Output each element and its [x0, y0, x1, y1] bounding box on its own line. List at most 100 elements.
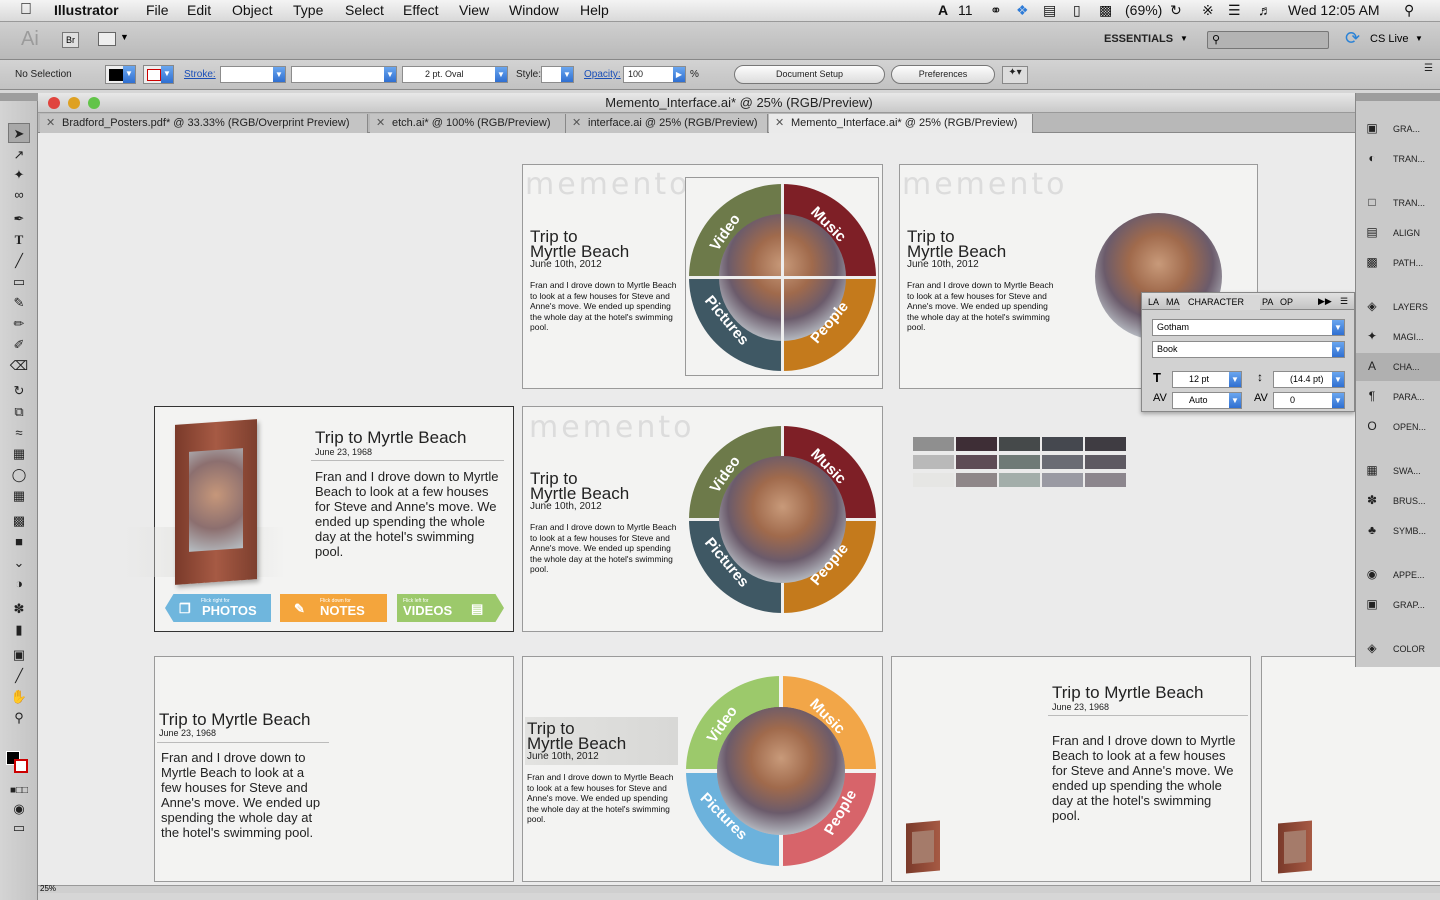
monitor-icon[interactable]: ▩ [1099, 2, 1112, 19]
artboard-ring-bright[interactable]: Trip to Myrtle Beach June 10th, 2012 Fra… [522, 656, 883, 882]
slice-tool-icon[interactable]: ╱ [8, 666, 30, 686]
scale-tool-icon[interactable]: ⧉ [8, 402, 30, 422]
menu-select[interactable]: Select [345, 2, 384, 18]
free-transform-tool-icon[interactable]: ▦ [8, 444, 30, 464]
swatch[interactable] [999, 473, 1040, 487]
panel-brushes[interactable]: ✽ BRUS... [1356, 487, 1440, 515]
panel-character[interactable]: A CHA... [1356, 353, 1440, 381]
warp-tool-icon[interactable]: ≈ [8, 423, 30, 443]
menu-file[interactable]: File [146, 2, 169, 18]
document-setup-button[interactable]: Document Setup [734, 65, 885, 84]
zoom-tool-icon[interactable]: ⚲ [8, 708, 30, 728]
isolation-icon[interactable]: ✦▾ [1002, 66, 1028, 84]
swatch[interactable] [1085, 437, 1126, 451]
menu-type[interactable]: Type [293, 2, 323, 18]
type-tool-icon[interactable]: T [8, 230, 30, 250]
preferences-button[interactable]: Preferences [891, 65, 995, 84]
videos-chip-button[interactable]: Flick left for VIDEOS ▤ [397, 594, 504, 622]
stroke-indicator[interactable] [14, 759, 28, 773]
panel-gradient[interactable]: ▣ GRA... [1356, 115, 1440, 143]
workspace-switcher[interactable]: ESSENTIALS [1104, 33, 1173, 45]
font-size-field[interactable]: 12 pt ▼ [1172, 371, 1242, 388]
swatch[interactable] [956, 473, 997, 487]
swatch[interactable] [1085, 473, 1126, 487]
chevron-down-icon[interactable]: ▼ [120, 32, 129, 42]
perspective-grid-tool-icon[interactable]: ▦ [8, 486, 30, 506]
timemachine-icon[interactable]: ↻ [1170, 2, 1182, 19]
notes-chip-button[interactable]: Flick down for NOTES ✎ [280, 594, 387, 622]
blob-brush-tool-icon[interactable]: ✐ [8, 335, 30, 355]
ram-icon[interactable]: ▤ [1043, 2, 1056, 19]
panel-appearance[interactable]: ◉ APPE... [1356, 561, 1440, 589]
close-tab-icon[interactable]: ✕ [775, 114, 784, 132]
horizontal-scrollbar[interactable]: 25% [38, 884, 1440, 893]
workspace-chevron-icon[interactable]: ▼ [1180, 34, 1188, 43]
tracking-field[interactable]: 0 ▼ [1273, 392, 1345, 409]
gradient-tool-icon[interactable]: ■ [8, 532, 30, 552]
apple-icon[interactable]:  [20, 1, 32, 19]
screen-mode-icon[interactable]: ▭ [8, 818, 30, 838]
tab-paragraph-collapsed[interactable]: PA [1262, 297, 1273, 307]
close-tab-icon[interactable]: ✕ [46, 114, 55, 132]
brush-dropdown[interactable]: 2 pt. Oval ▼ [402, 66, 508, 83]
menu-effect[interactable]: Effect [403, 2, 439, 18]
wifi-icon[interactable]: ☰ [1228, 2, 1241, 19]
swatch[interactable] [956, 455, 997, 469]
kerning-field[interactable]: Auto ▼ [1172, 392, 1242, 409]
rotate-tool-icon[interactable]: ↻ [8, 381, 30, 401]
close-tab-icon[interactable]: ✕ [572, 114, 581, 132]
search-input[interactable]: ⚲ [1207, 31, 1329, 49]
cs-live-icon[interactable]: ⟳ [1345, 28, 1360, 49]
panel-opentype[interactable]: O OPEN... [1356, 413, 1440, 441]
opacity-label-link[interactable]: Opacity: [584, 69, 621, 80]
opacity-field[interactable]: 100 ▶ [623, 66, 686, 83]
eyedropper-tool-icon[interactable]: ⌄ [8, 553, 30, 573]
swatch[interactable] [999, 455, 1040, 469]
panel-menu-icon[interactable]: ☰ [1340, 296, 1348, 307]
tools-panel-header[interactable] [0, 93, 38, 101]
direct-selection-tool-icon[interactable]: ↗ [8, 145, 30, 165]
tab-magic-collapsed[interactable]: MA [1166, 297, 1180, 307]
artboard-tool-icon[interactable]: ▣ [8, 645, 30, 665]
headphones-icon[interactable]: ⚭ [990, 2, 1002, 19]
swatch[interactable] [913, 455, 954, 469]
artboard-canvas[interactable]: memento Trip to Myrtle Beach June 10th, … [38, 133, 1440, 893]
blend-tool-icon[interactable]: ◑ [8, 574, 30, 594]
device-icon[interactable]: ▯ [1073, 2, 1081, 19]
spotlight-icon[interactable]: ⚲ [1404, 2, 1414, 19]
cs-live-button[interactable]: CS Live [1370, 33, 1409, 45]
window-titlebar[interactable]: Memento_Interface.ai* @ 25% (RGB/Preview… [38, 93, 1440, 113]
stroke-color-dropdown[interactable]: ▼ [143, 65, 174, 84]
volume-icon[interactable]: ♬ [1258, 2, 1272, 18]
panel-swatches[interactable]: ▦ SWA... [1356, 457, 1440, 485]
media-ring[interactable]: Video Music Pictures People [689, 184, 876, 371]
menu-edit[interactable]: Edit [187, 2, 211, 18]
app-menu[interactable]: Illustrator [54, 2, 119, 18]
panel-align[interactable]: ▤ ALIGN [1356, 219, 1440, 247]
leading-field[interactable]: (14.4 pt) ▼ [1273, 371, 1345, 388]
tab-etch[interactable]: ✕ etch.ai* @ 100% (RGB/Preview) [370, 114, 566, 133]
tab-character[interactable]: CHARACTER [1180, 295, 1260, 310]
dock-header[interactable] [1356, 93, 1440, 101]
panel-pathfinder[interactable]: ▩ PATH... [1356, 249, 1440, 277]
artboard-frame-small[interactable]: Trip to Myrtle Beach June 23, 1968 Fran … [891, 656, 1251, 882]
artboard-ring-full[interactable]: memento Trip to Myrtle Beach June 10th, … [522, 406, 883, 632]
eraser-tool-icon[interactable]: ⌫ [8, 356, 30, 376]
panel-magic-wand[interactable]: ✦ MAGI... [1356, 323, 1440, 351]
adobe-icon[interactable]: A [938, 2, 948, 18]
panel-symbols[interactable]: ♣ SYMB... [1356, 517, 1440, 545]
swatch[interactable] [1042, 437, 1083, 451]
panel-layers[interactable]: ◈ LAYERS [1356, 293, 1440, 321]
menu-window[interactable]: Window [509, 2, 559, 18]
dropbox-icon[interactable]: ❖ [1016, 2, 1029, 19]
tab-layers-collapsed[interactable]: LA [1148, 297, 1159, 307]
swatch[interactable] [1042, 473, 1083, 487]
rectangle-tool-icon[interactable]: ▭ [8, 272, 30, 292]
pencil-tool-icon[interactable]: ✏ [8, 314, 30, 334]
minimize-window-icon[interactable] [68, 97, 80, 109]
battery-text[interactable]: (69%) [1125, 2, 1162, 18]
variable-width-dropdown[interactable]: ▼ [291, 66, 397, 83]
paintbrush-tool-icon[interactable]: ✎ [8, 293, 30, 313]
pen-tool-icon[interactable]: ✒ [8, 209, 30, 229]
panel-paragraph[interactable]: ¶ PARA... [1356, 383, 1440, 411]
